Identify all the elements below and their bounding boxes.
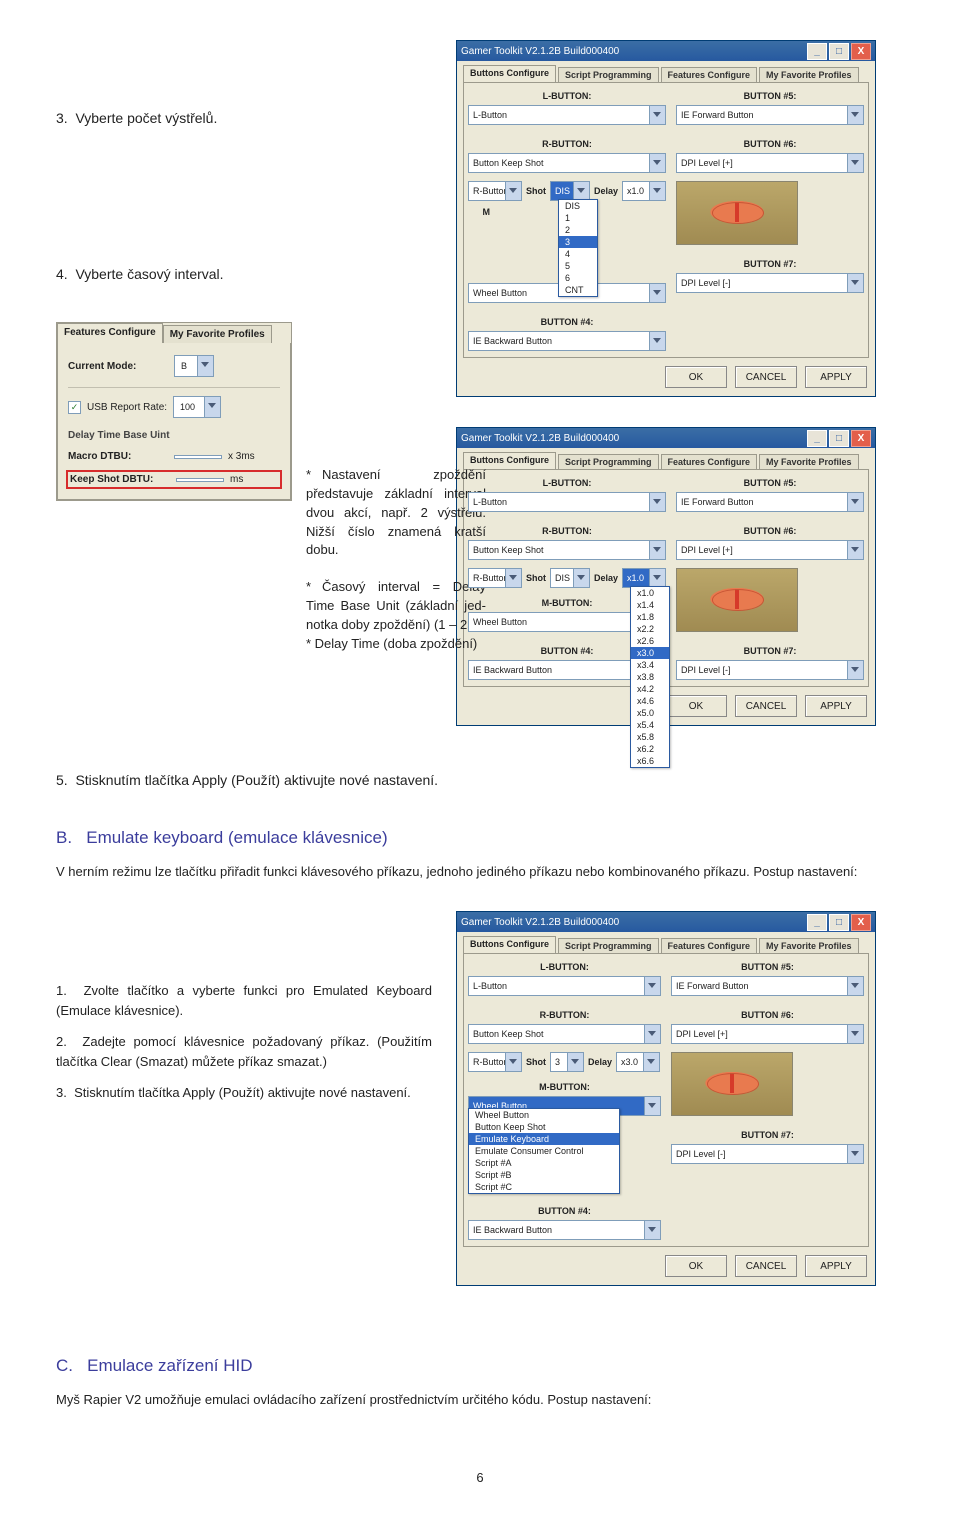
step-4: 4. Vyberte časový interval. — [56, 266, 432, 282]
close-icon[interactable]: X — [851, 914, 871, 931]
note-1: *Nastavení zpoždění představuje základní… — [306, 466, 486, 560]
shot-option[interactable]: 4 — [559, 248, 597, 260]
tab-buttons-configure[interactable]: Buttons Configure — [463, 65, 556, 82]
macro-dtbu-unit: x 3ms — [228, 451, 255, 462]
note-2: *Časový interval = Delay Time Base Unit … — [306, 578, 486, 653]
b-step-3: 3. Stisknutím tlačítka Apply (Použít) ak… — [56, 1083, 432, 1103]
shot-option[interactable]: DIS — [559, 200, 597, 212]
features-configure-window: Features Configure My Favorite Profiles … — [56, 322, 292, 501]
delay-select[interactable]: x1.0 — [622, 568, 666, 588]
cancel-button[interactable]: CANCEL — [735, 366, 797, 388]
mouse-image — [676, 181, 798, 245]
b-step-2: 2. Zadejte pomocí klávesnice požadovaný … — [56, 1032, 432, 1071]
shot-option[interactable]: CNT — [559, 284, 597, 296]
rbutton-label: R-BUTTON: — [468, 139, 666, 149]
current-mode-select[interactable]: B — [174, 355, 214, 377]
tab-script-programming[interactable]: Script Programming — [558, 67, 659, 82]
tab-features-configure[interactable]: Features Configure — [57, 323, 163, 343]
lbutton-label: L-BUTTON: — [468, 91, 666, 101]
maximize-icon[interactable]: □ — [829, 43, 849, 60]
step-3: 3. Vyberte počet výstřelů. — [56, 110, 432, 126]
minimize-icon[interactable]: _ — [807, 430, 827, 447]
rbutton-select[interactable]: Button Keep Shot — [468, 153, 666, 173]
delay-select[interactable]: x1.0 — [622, 181, 666, 201]
keep-shot-input[interactable] — [176, 478, 224, 482]
section-c-title: C. Emulace zařízení HID — [56, 1356, 904, 1376]
shot-option[interactable]: 2 — [559, 224, 597, 236]
window-title: Gamer Toolkit V2.1.2B Build000400 — [461, 46, 805, 57]
btn7-select[interactable]: DPI Level [-] — [676, 273, 864, 293]
btn4-select[interactable]: IE Backward Button — [468, 331, 666, 351]
usb-report-rate-select[interactable]: 100 — [173, 396, 221, 418]
maximize-icon[interactable]: □ — [829, 430, 849, 447]
shot-option[interactable]: 1 — [559, 212, 597, 224]
m-label: M — [468, 207, 490, 217]
rbutton-mode-select[interactable]: R-Button — [468, 181, 522, 201]
usb-report-rate-label: USB Report Rate: — [87, 402, 167, 413]
shot-label: Shot — [526, 186, 546, 196]
section-b-title: B. Emulate keyboard (emulace klávesnice) — [56, 828, 904, 848]
keep-shot-unit: ms — [230, 474, 243, 485]
b-step-1: 1. Zvolte tlačítko a vyberte funkci pro … — [56, 981, 432, 1020]
minimize-icon[interactable]: _ — [807, 914, 827, 931]
close-icon[interactable]: X — [851, 430, 871, 447]
minimize-icon[interactable]: _ — [807, 43, 827, 60]
btn5-label: BUTTON #5: — [676, 91, 864, 101]
toolkit-window-1: Gamer Toolkit V2.1.2B Build000400 _ □ X … — [456, 40, 876, 397]
maximize-icon[interactable]: □ — [829, 914, 849, 931]
section-c-para: Myš Rapier V2 umožňuje emulaci ovládacíh… — [56, 1390, 904, 1410]
mouse-image — [671, 1052, 793, 1116]
shot-option[interactable]: 6 — [559, 272, 597, 284]
btn4-label: BUTTON #4: — [468, 317, 666, 327]
mbutton-dropdown[interactable]: Wheel Button Button Keep Shot Emulate Ke… — [468, 1108, 620, 1194]
tab-features-configure[interactable]: Features Configure — [661, 67, 758, 82]
mouse-image — [676, 568, 798, 632]
shot-option[interactable]: 5 — [559, 260, 597, 272]
keep-shot-label: Keep Shot DBTU: — [70, 474, 170, 485]
current-mode-label: Current Mode: — [68, 361, 168, 372]
ok-button[interactable]: OK — [665, 366, 727, 388]
delay-label: Delay — [594, 186, 618, 196]
tab-my-favorite-profiles[interactable]: My Favorite Profiles — [163, 325, 272, 343]
toolkit-window-2: Gamer Toolkit V2.1.2B Build000400 _ □ X … — [456, 427, 876, 726]
keep-shot-highlight: Keep Shot DBTU: ms — [66, 470, 282, 489]
btn5-select[interactable]: IE Forward Button — [676, 105, 864, 125]
page-number: 6 — [56, 1470, 904, 1485]
btn6-select[interactable]: DPI Level [+] — [676, 153, 864, 173]
step-5: 5. Stisknutím tlačítka Apply (Použít) ak… — [56, 772, 904, 788]
tab-my-favorite-profiles[interactable]: My Favorite Profiles — [759, 67, 859, 82]
macro-dtbu-label: Macro DTBU: — [68, 451, 168, 462]
btn6-label: BUTTON #6: — [676, 139, 864, 149]
close-icon[interactable]: X — [851, 43, 871, 60]
delay-heading: Delay Time Base Uint — [68, 430, 170, 441]
apply-button[interactable]: APPLY — [805, 366, 867, 388]
macro-dtbu-input[interactable] — [174, 455, 222, 459]
usb-report-rate-checkbox[interactable]: ✓ — [68, 401, 81, 414]
lbutton-select[interactable]: L-Button — [468, 105, 666, 125]
delay-dropdown[interactable]: x1.0 x1.4 x1.8 x2.2 x2.6 x3.0 x3.4 x3.8 … — [630, 586, 670, 768]
section-b-para: V herním režimu lze tlačítku přiřadit fu… — [56, 862, 904, 882]
shot-count-select[interactable]: DIS — [550, 181, 590, 201]
shot-option[interactable]: 3 — [559, 236, 597, 248]
btn7-label: BUTTON #7: — [676, 259, 864, 269]
shot-count-dropdown[interactable]: DIS 1 2 3 4 5 6 CNT — [558, 199, 598, 297]
toolkit-window-3: Gamer Toolkit V2.1.2B Build000400 _ □ X … — [456, 911, 876, 1286]
titlebar: Gamer Toolkit V2.1.2B Build000400 _ □ X — [457, 41, 875, 61]
